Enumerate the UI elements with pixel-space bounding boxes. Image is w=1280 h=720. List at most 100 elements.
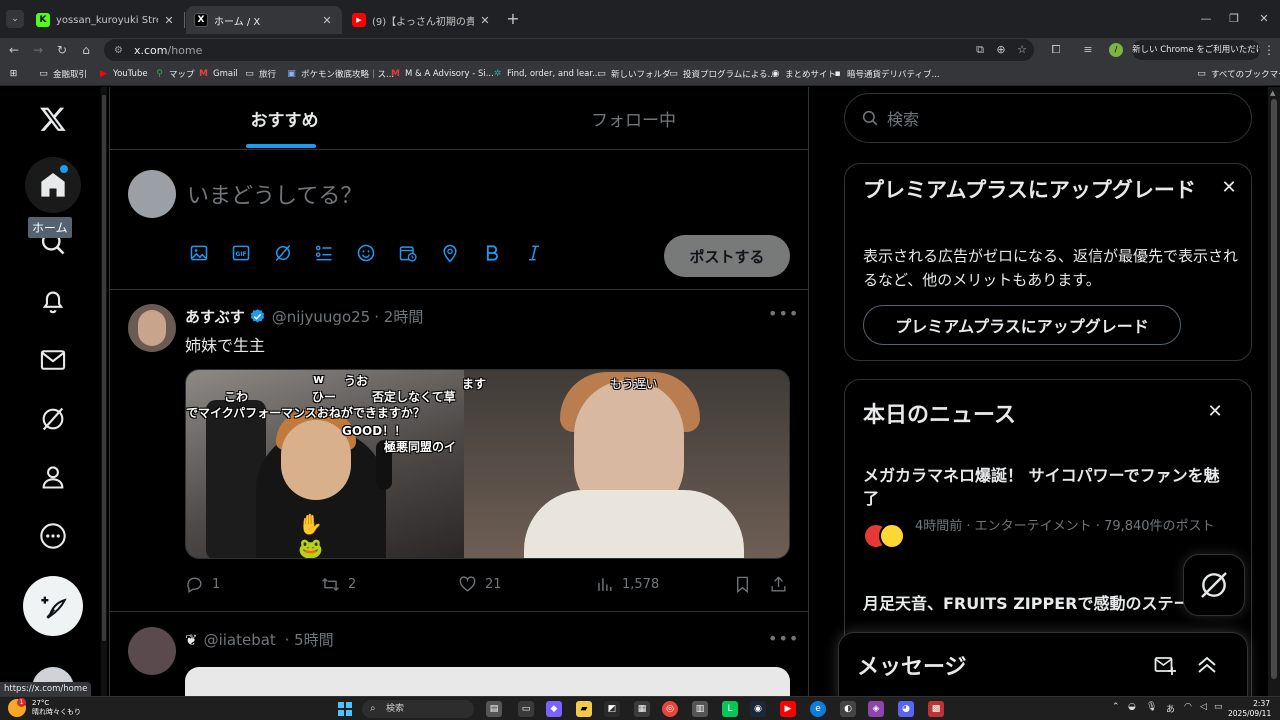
close-icon[interactable]: ✕ (320, 14, 334, 27)
bookmark-item[interactable]: M M & A Advisory - Si... (390, 67, 494, 81)
italic-icon[interactable] (523, 242, 545, 264)
app-icon[interactable]: ▩ (928, 701, 944, 717)
x-logo-link[interactable] (25, 91, 81, 147)
bookmark-item[interactable]: ▭ 新しいフォルダ (596, 67, 670, 81)
scrollbar-thumb[interactable] (1271, 99, 1277, 679)
repost-button[interactable]: 2 (321, 575, 356, 594)
media-icon[interactable] (188, 242, 210, 264)
calculator-icon[interactable]: ▥ (692, 701, 708, 717)
apps-grid-icon[interactable]: ⊞ (8, 67, 23, 81)
bookmark-item[interactable]: ⚲ マップ (154, 67, 194, 81)
bold-icon[interactable] (481, 242, 503, 264)
close-icon[interactable]: ✕ (162, 14, 176, 27)
reply-button[interactable]: 1 (185, 575, 220, 594)
ime-indicator[interactable]: あ (1166, 702, 1175, 715)
bookmark-item[interactable]: ▭ 旅行 (244, 67, 276, 81)
tray-app-icon[interactable]: ◒ (1128, 702, 1136, 712)
bookmark-star-icon[interactable]: ☆ (1014, 42, 1030, 58)
poll-icon[interactable] (313, 242, 335, 264)
battery-icon[interactable]: ▭ (1214, 702, 1223, 712)
post-button[interactable]: ポストする (664, 235, 790, 277)
tweet[interactable]: ❦ @iiatebat · 5時間 ••• (110, 613, 808, 696)
tweet-media[interactable] (185, 667, 790, 696)
forward-icon[interactable]: → (28, 40, 48, 60)
all-bookmarks-button[interactable]: ▭ すべてのブックマーク (1196, 67, 1280, 81)
bookmark-item[interactable]: ✲ Find, order, and lear... (492, 67, 600, 81)
store-icon[interactable]: ◩ (604, 701, 620, 717)
site-info-icon[interactable]: ⚙ (114, 45, 126, 56)
line-icon[interactable]: L (722, 701, 738, 717)
tweet-time[interactable]: · 2時間 (374, 306, 423, 327)
news-item-title[interactable]: 月足天音、FRUITS ZIPPERで感動のステージ帰 (863, 592, 1233, 615)
tweet-time[interactable]: · 5時間 (285, 631, 334, 649)
gif-icon[interactable]: GIF (230, 242, 252, 264)
premium-upgrade-button[interactable]: プレミアムプラスにアップグレード (863, 305, 1181, 345)
views-button[interactable]: 1,578 (595, 575, 659, 594)
weather-widget[interactable]: 1 27°C 晴れ時々くもり (8, 698, 81, 717)
page-scrollbar[interactable]: ▲ (1268, 87, 1280, 696)
schedule-icon[interactable] (397, 242, 419, 264)
tweet-handle[interactable]: @iiatebat (204, 631, 276, 649)
install-app-icon[interactable]: ⧉ (972, 42, 988, 58)
bookmark-item[interactable]: ▭ 投資プログラムによる... (668, 67, 775, 81)
close-icon[interactable]: ✕ (1205, 402, 1225, 422)
widgets-app-icon[interactable]: ▤ (486, 701, 502, 717)
grok-button[interactable] (1183, 554, 1245, 616)
location-icon[interactable] (439, 242, 461, 264)
chrome-menu-icon[interactable]: ⋮ (1262, 40, 1276, 60)
tab-for-you[interactable]: おすすめ (110, 87, 459, 150)
messages-drawer[interactable]: メッセージ (838, 632, 1248, 696)
window-close-icon[interactable]: ✕ (1254, 10, 1274, 28)
my-avatar[interactable] (128, 170, 176, 218)
new-tab-button[interactable]: + (504, 10, 522, 28)
tab-youtube-video[interactable]: ▶ (9)【よっさん初期の貴重な動画 ✕ (344, 6, 500, 34)
nav-grok[interactable] (25, 391, 81, 447)
reload-icon[interactable]: ↻ (52, 40, 72, 60)
edge-icon[interactable]: e (810, 701, 826, 717)
tab-search-button[interactable]: ⌄ (6, 10, 24, 28)
compose-post-button[interactable] (23, 576, 83, 636)
more-options-icon[interactable]: ••• (768, 304, 799, 323)
wifi-icon[interactable]: ◠ (1184, 702, 1192, 712)
bookmark-item[interactable]: ▭ 金融取引 (38, 67, 87, 81)
bookmark-button[interactable] (733, 575, 760, 594)
start-button[interactable] (338, 702, 352, 716)
nav-messages[interactable] (25, 332, 81, 388)
mic-icon[interactable]: 🎙 (1146, 702, 1157, 712)
nav-profile[interactable] (25, 449, 81, 505)
bookmark-item[interactable]: ▶ YouTube (98, 67, 148, 81)
grok-icon[interactable] (272, 242, 294, 264)
profile-avatar[interactable]: / (1109, 43, 1123, 57)
back-icon[interactable]: ← (4, 40, 24, 60)
bookmark-item[interactable]: ▪ 暗号通貨デリバティブ... (832, 67, 939, 81)
app-icon[interactable]: ◈ (868, 701, 884, 717)
news-item-title[interactable]: メガカラマネロ爆誕！ サイコパワーでファンを魅了 (863, 464, 1233, 510)
share-button[interactable] (769, 575, 796, 594)
like-button[interactable]: 21 (458, 575, 502, 594)
taskbar-search[interactable]: ⌕ 検索 (362, 700, 474, 718)
bookmark-item[interactable]: M Gmail (198, 67, 238, 81)
youtube-icon[interactable]: ▶ (780, 701, 796, 717)
new-message-icon[interactable] (1153, 653, 1177, 677)
reading-list-icon[interactable]: ≡ (1080, 42, 1096, 58)
nav-scrollbar[interactable] (101, 87, 107, 696)
extensions-icon[interactable]: ⧠ (1048, 42, 1064, 58)
scrollbar-thumb[interactable] (102, 95, 106, 641)
nav-more[interactable] (25, 508, 81, 564)
zoom-icon[interactable]: ⊕ (993, 42, 1009, 58)
tweet-handle[interactable]: @nijyuugo25 (272, 308, 371, 326)
app-icon[interactable]: ◐ (840, 701, 856, 717)
minimize-icon[interactable]: — (1196, 10, 1216, 28)
tray-overflow-icon[interactable]: ⌃ (1112, 702, 1120, 712)
nav-home[interactable] (25, 157, 81, 213)
volume-icon[interactable]: ◁ (1200, 702, 1207, 712)
bookmark-item[interactable]: ▣ ポケモン徹底攻略｜ス... (286, 67, 394, 81)
tweet-author-name[interactable]: あすぶす (185, 306, 245, 327)
copilot-icon[interactable]: ◆ (546, 701, 562, 717)
tab-x-home[interactable]: X ホーム / X ✕ (186, 6, 342, 34)
file-explorer-icon[interactable]: ▰ (576, 701, 592, 717)
more-options-icon[interactable]: ••• (768, 629, 799, 648)
discord-icon[interactable]: ◕ (898, 701, 914, 717)
search-input[interactable]: 検索 (844, 93, 1252, 143)
close-icon[interactable]: ✕ (1219, 178, 1239, 198)
